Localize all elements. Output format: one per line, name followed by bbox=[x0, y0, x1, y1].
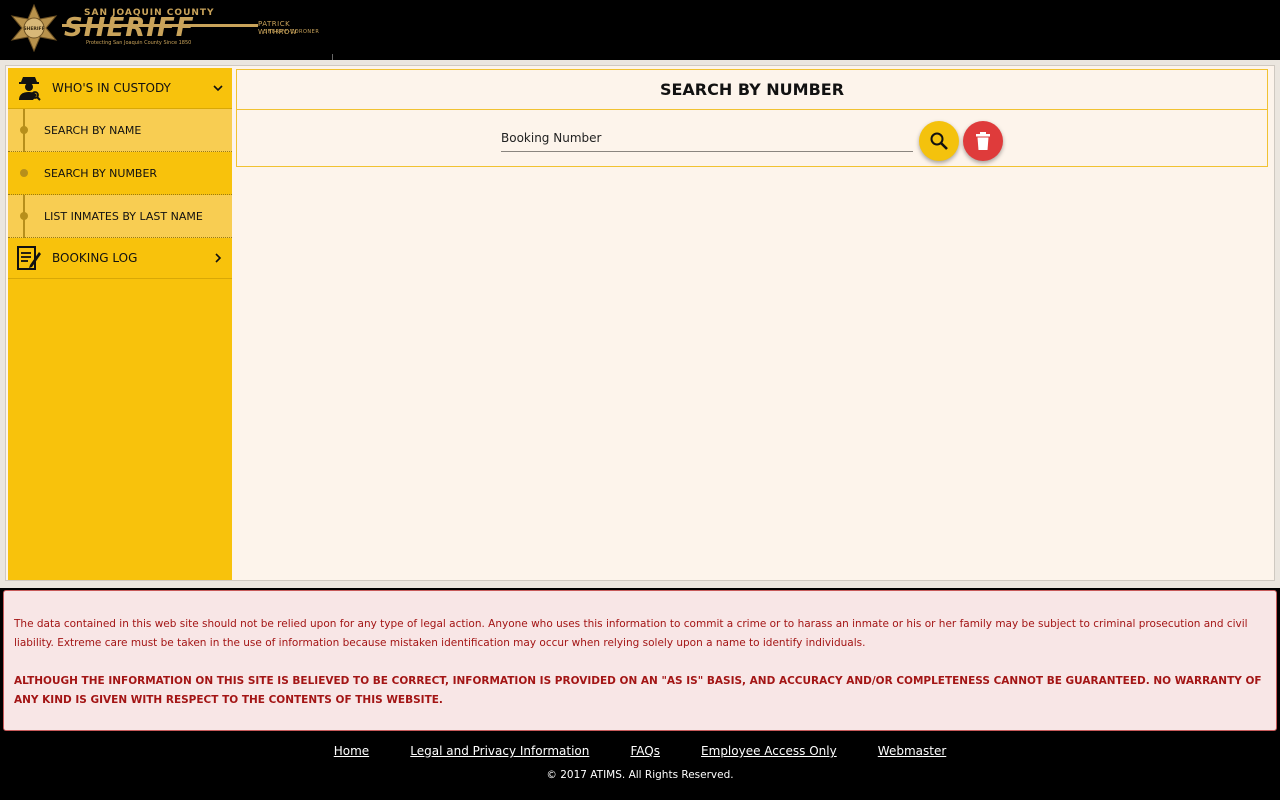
footer-link-legal[interactable]: Legal and Privacy Information bbox=[410, 744, 589, 758]
badge-text: SHERIFF bbox=[23, 26, 44, 32]
sidebar-sub-item-search-by-name[interactable]: SEARCH BY NAME bbox=[8, 109, 232, 152]
main-area: WHO'S IN CUSTODY SEARCH BY NAME SEARCH B… bbox=[0, 60, 1280, 588]
logo-agency: SHERIFF bbox=[64, 13, 195, 43]
page-title: SEARCH BY NUMBER bbox=[659, 80, 845, 99]
sub-item-label: SEARCH BY NAME bbox=[44, 123, 142, 137]
sidebar-item-booking-log[interactable]: BOOKING LOG bbox=[8, 238, 232, 279]
footer-link-faqs[interactable]: FAQs bbox=[630, 744, 660, 758]
sub-item-label: LIST INMATES BY LAST NAME bbox=[44, 209, 203, 223]
sub-item-label: SEARCH BY NUMBER bbox=[44, 166, 158, 180]
sub-menu: SEARCH BY NAME SEARCH BY NUMBER LIST INM… bbox=[8, 109, 232, 238]
booking-number-field bbox=[501, 124, 913, 152]
booking-log-icon bbox=[17, 246, 41, 270]
sidebar-item-whos-in-custody[interactable]: WHO'S IN CUSTODY bbox=[8, 68, 232, 109]
clear-button[interactable] bbox=[963, 121, 1003, 161]
sidebar-sub-item-search-by-number[interactable]: SEARCH BY NUMBER bbox=[8, 152, 232, 195]
bullet-icon bbox=[20, 126, 28, 134]
sheriff-logo[interactable]: SHERIFF SAN JOAQUIN COUNTY SHERIFF Prote… bbox=[6, 4, 330, 52]
bullet-icon bbox=[20, 212, 28, 220]
logo-officer-title: SHERIFF-CORONER bbox=[264, 29, 320, 35]
site-header: SHERIFF SAN JOAQUIN COUNTY SHERIFF Prote… bbox=[0, 0, 1280, 60]
disclaimer-box: The data contained in this web site shou… bbox=[3, 590, 1277, 731]
panel-header: SEARCH BY NUMBER bbox=[237, 70, 1267, 110]
sidebar-item-label: WHO'S IN CUSTODY bbox=[52, 81, 171, 95]
footer-links: Home Legal and Privacy Information FAQs … bbox=[0, 740, 1280, 759]
booking-number-input[interactable] bbox=[501, 124, 913, 152]
sidebar-item-label: BOOKING LOG bbox=[52, 251, 138, 265]
warranty-text: ALTHOUGH THE INFORMATION ON THIS SITE IS… bbox=[14, 675, 1262, 706]
footer-link-employee-access[interactable]: Employee Access Only bbox=[701, 744, 837, 758]
footer-link-home[interactable]: Home bbox=[334, 744, 369, 758]
search-icon bbox=[930, 132, 948, 150]
site-footer: Home Legal and Privacy Information FAQs … bbox=[0, 735, 1280, 800]
detective-icon bbox=[19, 77, 41, 101]
main-container: WHO'S IN CUSTODY SEARCH BY NAME SEARCH B… bbox=[5, 65, 1275, 581]
bullet-icon bbox=[20, 169, 28, 177]
search-panel: SEARCH BY NUMBER bbox=[236, 69, 1268, 167]
copyright: © 2017 ATIMS. All Rights Reserved. bbox=[546, 769, 734, 781]
chevron-right-icon bbox=[215, 253, 222, 263]
chevron-down-icon bbox=[213, 85, 223, 92]
search-button[interactable] bbox=[919, 121, 959, 161]
logo-tagline: Protecting San Joaquin County Since 1850 bbox=[86, 40, 192, 46]
sidebar: WHO'S IN CUSTODY SEARCH BY NAME SEARCH B… bbox=[8, 68, 232, 580]
footer-link-webmaster[interactable]: Webmaster bbox=[878, 744, 946, 758]
trash-icon bbox=[976, 132, 990, 150]
disclaimer-text: The data contained in this web site shou… bbox=[14, 618, 1248, 649]
sidebar-sub-item-list-inmates[interactable]: LIST INMATES BY LAST NAME bbox=[8, 195, 232, 238]
sheriff-star-icon: SHERIFF bbox=[10, 4, 58, 52]
